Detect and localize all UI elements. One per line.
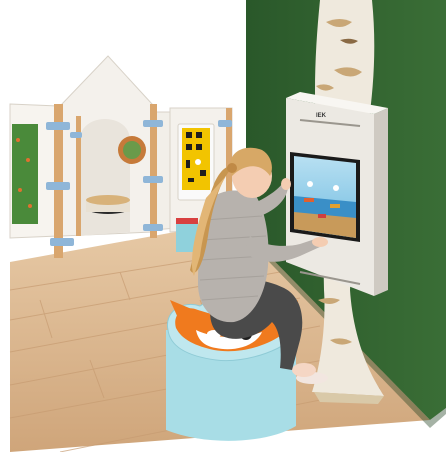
- interactive-kiosk: IEK: [286, 92, 388, 296]
- touch-screen[interactable]: [290, 152, 360, 242]
- kiosk-brand-label: IEK: [316, 113, 327, 119]
- playroom-scene: IEK: [0, 0, 446, 452]
